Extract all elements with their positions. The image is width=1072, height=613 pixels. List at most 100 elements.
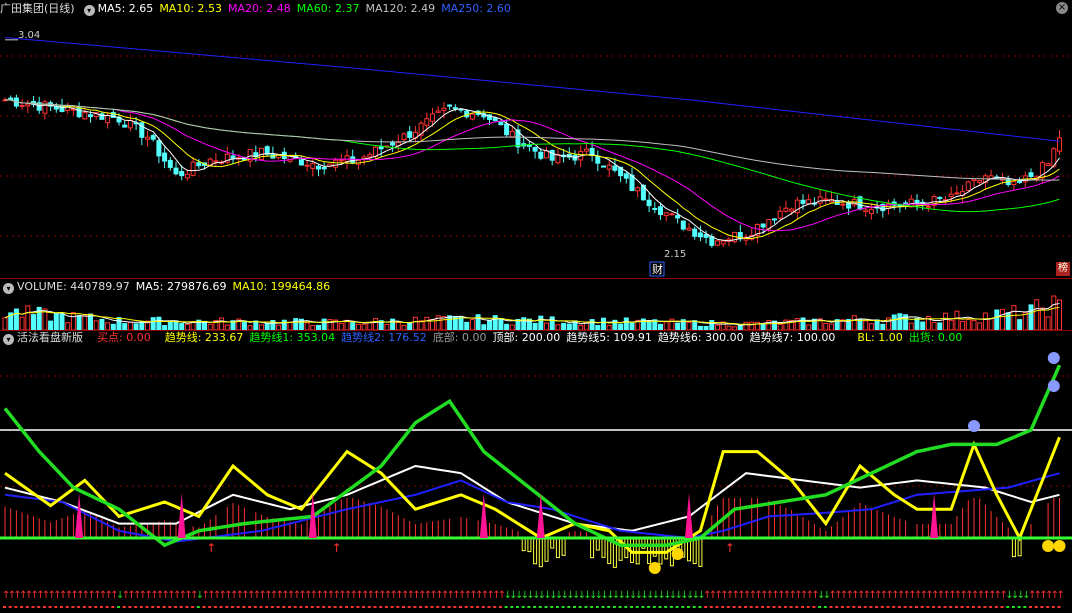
volume-bar [960,320,966,330]
candle-body [184,173,190,179]
main-header: 广田集团(日线) ▾ MA5: 2.65 MA10: 2.53 MA20: 2.48 MA… [0,1,517,17]
volume-bar [395,321,401,330]
dropdown-icon[interactable]: ▾ [3,283,14,294]
indicator-name: 活法看盘新版 [17,331,83,344]
dropdown-icon[interactable]: ▾ [83,5,95,16]
signal-dot [840,606,844,608]
signal-dot [54,606,58,608]
signal-dot [675,606,679,608]
signal-dot [3,606,6,608]
candle-body [1057,137,1062,152]
volume-bar [686,321,692,330]
signal-dot [464,606,468,608]
trend7-label: 趋势线7: 100.00 [749,331,836,344]
signal-dot [692,606,696,608]
candle-body [344,155,350,162]
signal-dot [447,606,451,608]
rank-badge[interactable]: 榜 [1056,262,1070,276]
volume-bar [908,322,914,330]
signal-dot [42,606,46,608]
volume-bar [954,310,960,330]
volume-bar [982,312,988,330]
signal-dot [607,606,611,608]
smiley-icon [648,562,661,574]
volume-bar [549,316,555,330]
candle-body [452,107,458,110]
signal-dot [852,606,856,608]
candle-body [646,199,652,207]
bottom-signal [177,493,186,538]
candle-body [196,162,202,167]
candle-body [635,187,641,192]
volume-bar [241,320,247,330]
signal-dot [293,606,297,608]
buy-arrow: ↑ [725,541,735,555]
volume-bar [891,314,897,330]
candle-body [703,234,709,238]
signal-dot [766,606,770,608]
candle-body [965,181,971,191]
ma20-label: MA20: 2.48 [228,2,291,15]
signal-dot [419,606,423,608]
signal-dot [875,606,879,608]
dropdown-icon[interactable]: ▾ [3,334,14,345]
candle-body [509,130,515,138]
ma5-label: MA5: 2.65 [97,2,154,15]
signal-dot [590,606,594,608]
signal-dot [270,606,274,608]
signal-dot [156,606,160,608]
signal-dot [145,606,149,608]
volume-bar [469,319,475,330]
signal-dot [20,606,24,608]
volume-bar [150,317,156,330]
candle-body [583,148,589,152]
candle-body [544,150,549,159]
candle-body [213,160,219,163]
volume-bar [321,318,327,330]
volume-bar [48,320,54,330]
volume-bar [2,317,8,330]
signal-dot [191,606,195,608]
signal-dot [48,606,52,608]
volume-bar [601,317,606,330]
candle-body [772,218,777,221]
candle-body [669,213,675,216]
candle-body [840,203,846,206]
candle-body [167,159,173,168]
signal-dot [527,606,531,608]
candle-body [783,207,789,212]
signal-dot [316,606,320,608]
signal-dot [288,606,291,608]
signal-dot [259,606,263,608]
signal-dot [783,606,787,608]
vol-ma5-label: MA5: 279876.69 [135,280,227,293]
trend-bar-down [590,537,595,559]
candle-body [424,118,430,126]
candle-body [914,199,920,204]
signal-dot [641,606,645,608]
signal-dot [94,606,98,608]
candle-body [692,228,698,237]
volume-bar [749,321,755,330]
signal-dot [738,606,742,608]
signal-dot [174,606,177,608]
trend-label: 趋势线: 233.67 [164,331,244,344]
volume-bar [156,316,162,330]
signal-dot [835,606,839,608]
signal-dot [926,606,930,608]
candle-body [447,104,453,107]
signal-dot [897,606,901,608]
signal-dot [795,606,799,608]
signal-dot [863,606,867,608]
candle-body [401,133,407,140]
candle-body [1011,181,1017,186]
signal-dot [744,606,747,608]
signal-dot [960,606,964,608]
signal-dot [384,606,388,608]
signal-dot [99,606,103,608]
volume-bar [70,312,76,330]
volume-bar [931,321,937,330]
candle-body [595,155,601,164]
candle-body [538,151,544,159]
close-icon[interactable]: × [1056,2,1068,14]
